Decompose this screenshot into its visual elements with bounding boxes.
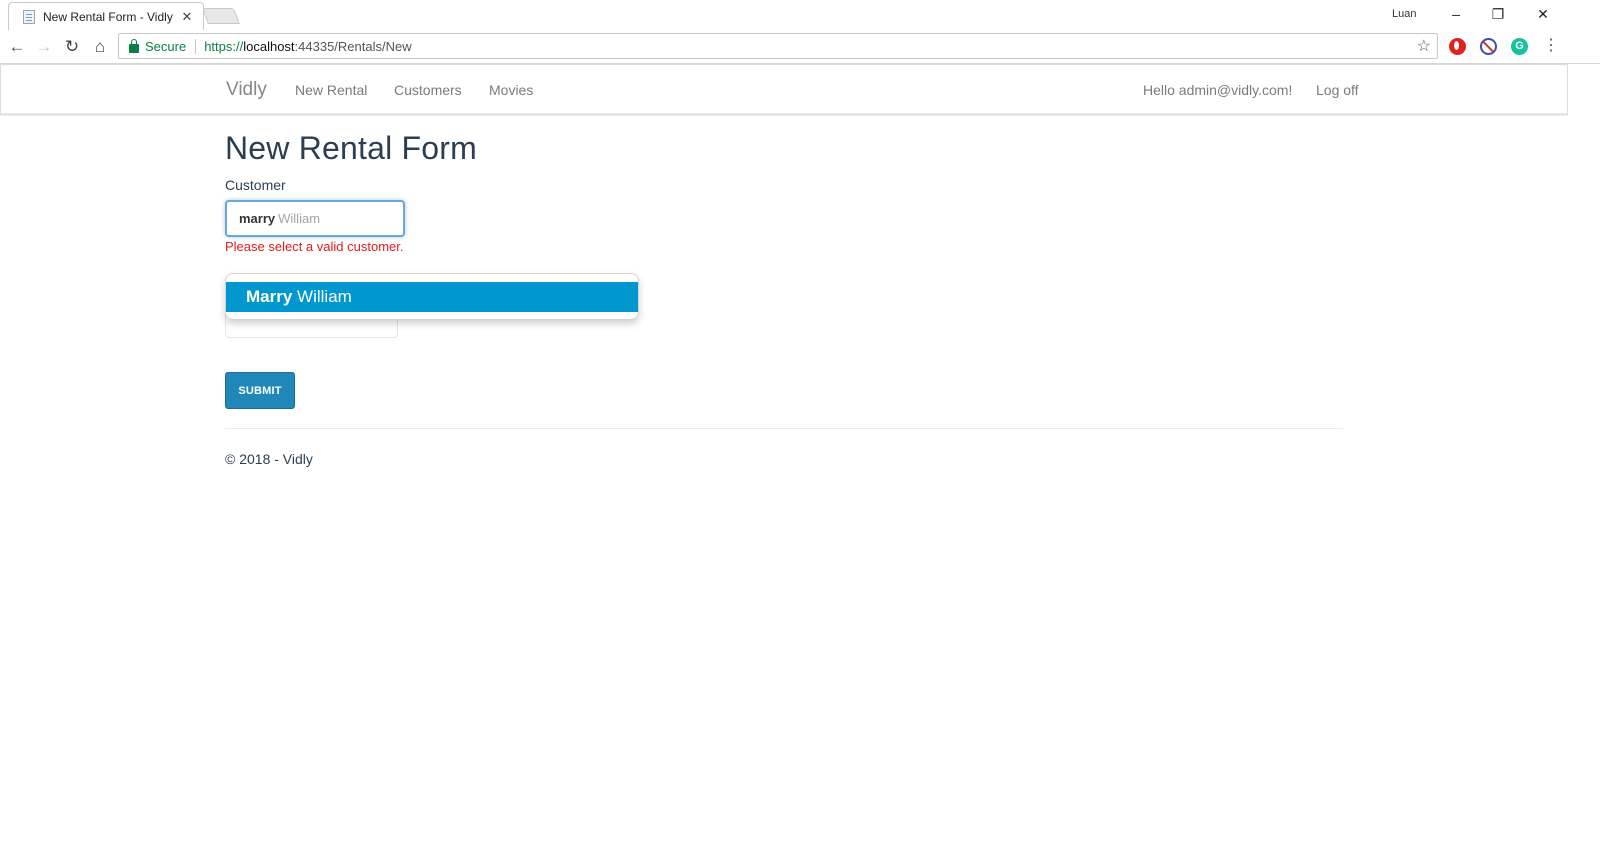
brand-link[interactable]: Vidly — [226, 79, 267, 101]
browser-menu-icon[interactable]: ⋮ — [1543, 38, 1559, 54]
nav-link-movies[interactable]: Movies — [489, 82, 533, 98]
forward-arrow-icon[interactable]: → — [33, 36, 55, 58]
customer-validation-error: Please select a valid customer. — [225, 239, 404, 254]
url-text[interactable]: https://localhost:44335/Rentals/New — [204, 39, 411, 54]
logoff-link[interactable]: Log off — [1316, 82, 1359, 98]
grammarly-extension-icon[interactable]: G — [1511, 38, 1528, 55]
url-host: localhost — [243, 38, 295, 54]
customer-input[interactable]: marry William — [225, 200, 405, 237]
address-bar[interactable]: Secure https://localhost:44335/Rentals/N… — [118, 33, 1438, 59]
page-title: New Rental Form — [225, 130, 477, 166]
blocker-extension-icon[interactable] — [1480, 38, 1497, 55]
restore-icon[interactable]: ❐ — [1486, 4, 1510, 24]
bookmark-star-icon[interactable]: ☆ — [1417, 36, 1431, 56]
opera-extension-icon[interactable] — [1449, 38, 1466, 55]
browser-tabstrip: New Rental Form - Vidly ✕ Luan – ❐ ✕ — [0, 0, 1600, 30]
nav-link-new-rental[interactable]: New Rental — [295, 82, 367, 98]
suggestion-rest-text: William — [297, 287, 352, 306]
back-arrow-icon[interactable]: ← — [6, 36, 28, 58]
site-navbar: Vidly New Rental Customers Movies Hello … — [0, 64, 1568, 116]
customer-autocomplete-hint: William — [278, 211, 321, 226]
minimize-icon[interactable]: – — [1444, 4, 1468, 24]
page-favicon-icon — [23, 9, 35, 24]
url-path: :44335/Rentals/New — [294, 38, 412, 54]
new-tab-button[interactable] — [202, 8, 240, 24]
customer-suggestions-dropdown: Marry William — [225, 273, 639, 320]
customer-label: Customer — [225, 177, 286, 193]
secure-label: Secure — [145, 38, 197, 54]
profile-label[interactable]: Luan — [1392, 8, 1416, 20]
home-icon[interactable]: ⌂ — [89, 36, 111, 58]
nav-link-customers[interactable]: Customers — [394, 82, 462, 98]
tab-title: New Rental Form - Vidly — [43, 9, 173, 24]
url-scheme: https:// — [204, 38, 244, 54]
suggestion-match-text: Marry — [246, 287, 293, 306]
footer-copyright: © 2018 - Vidly — [225, 451, 313, 467]
lock-icon — [129, 38, 139, 53]
close-tab-icon[interactable]: ✕ — [177, 9, 197, 25]
browser-toolbar: ← → ↻ ⌂ Secure https://localhost:44335/R… — [0, 30, 1600, 64]
close-window-icon[interactable]: ✕ — [1531, 4, 1555, 24]
footer-divider — [225, 428, 1343, 429]
reload-icon[interactable]: ↻ — [61, 36, 83, 58]
browser-tab[interactable]: New Rental Form - Vidly ✕ — [8, 2, 204, 30]
suggestion-item[interactable]: Marry William — [226, 282, 638, 312]
submit-button[interactable]: SUBMIT — [225, 372, 295, 409]
user-greeting-link[interactable]: Hello admin@vidly.com! — [1143, 82, 1292, 98]
customer-typed-text: marry — [239, 211, 276, 226]
